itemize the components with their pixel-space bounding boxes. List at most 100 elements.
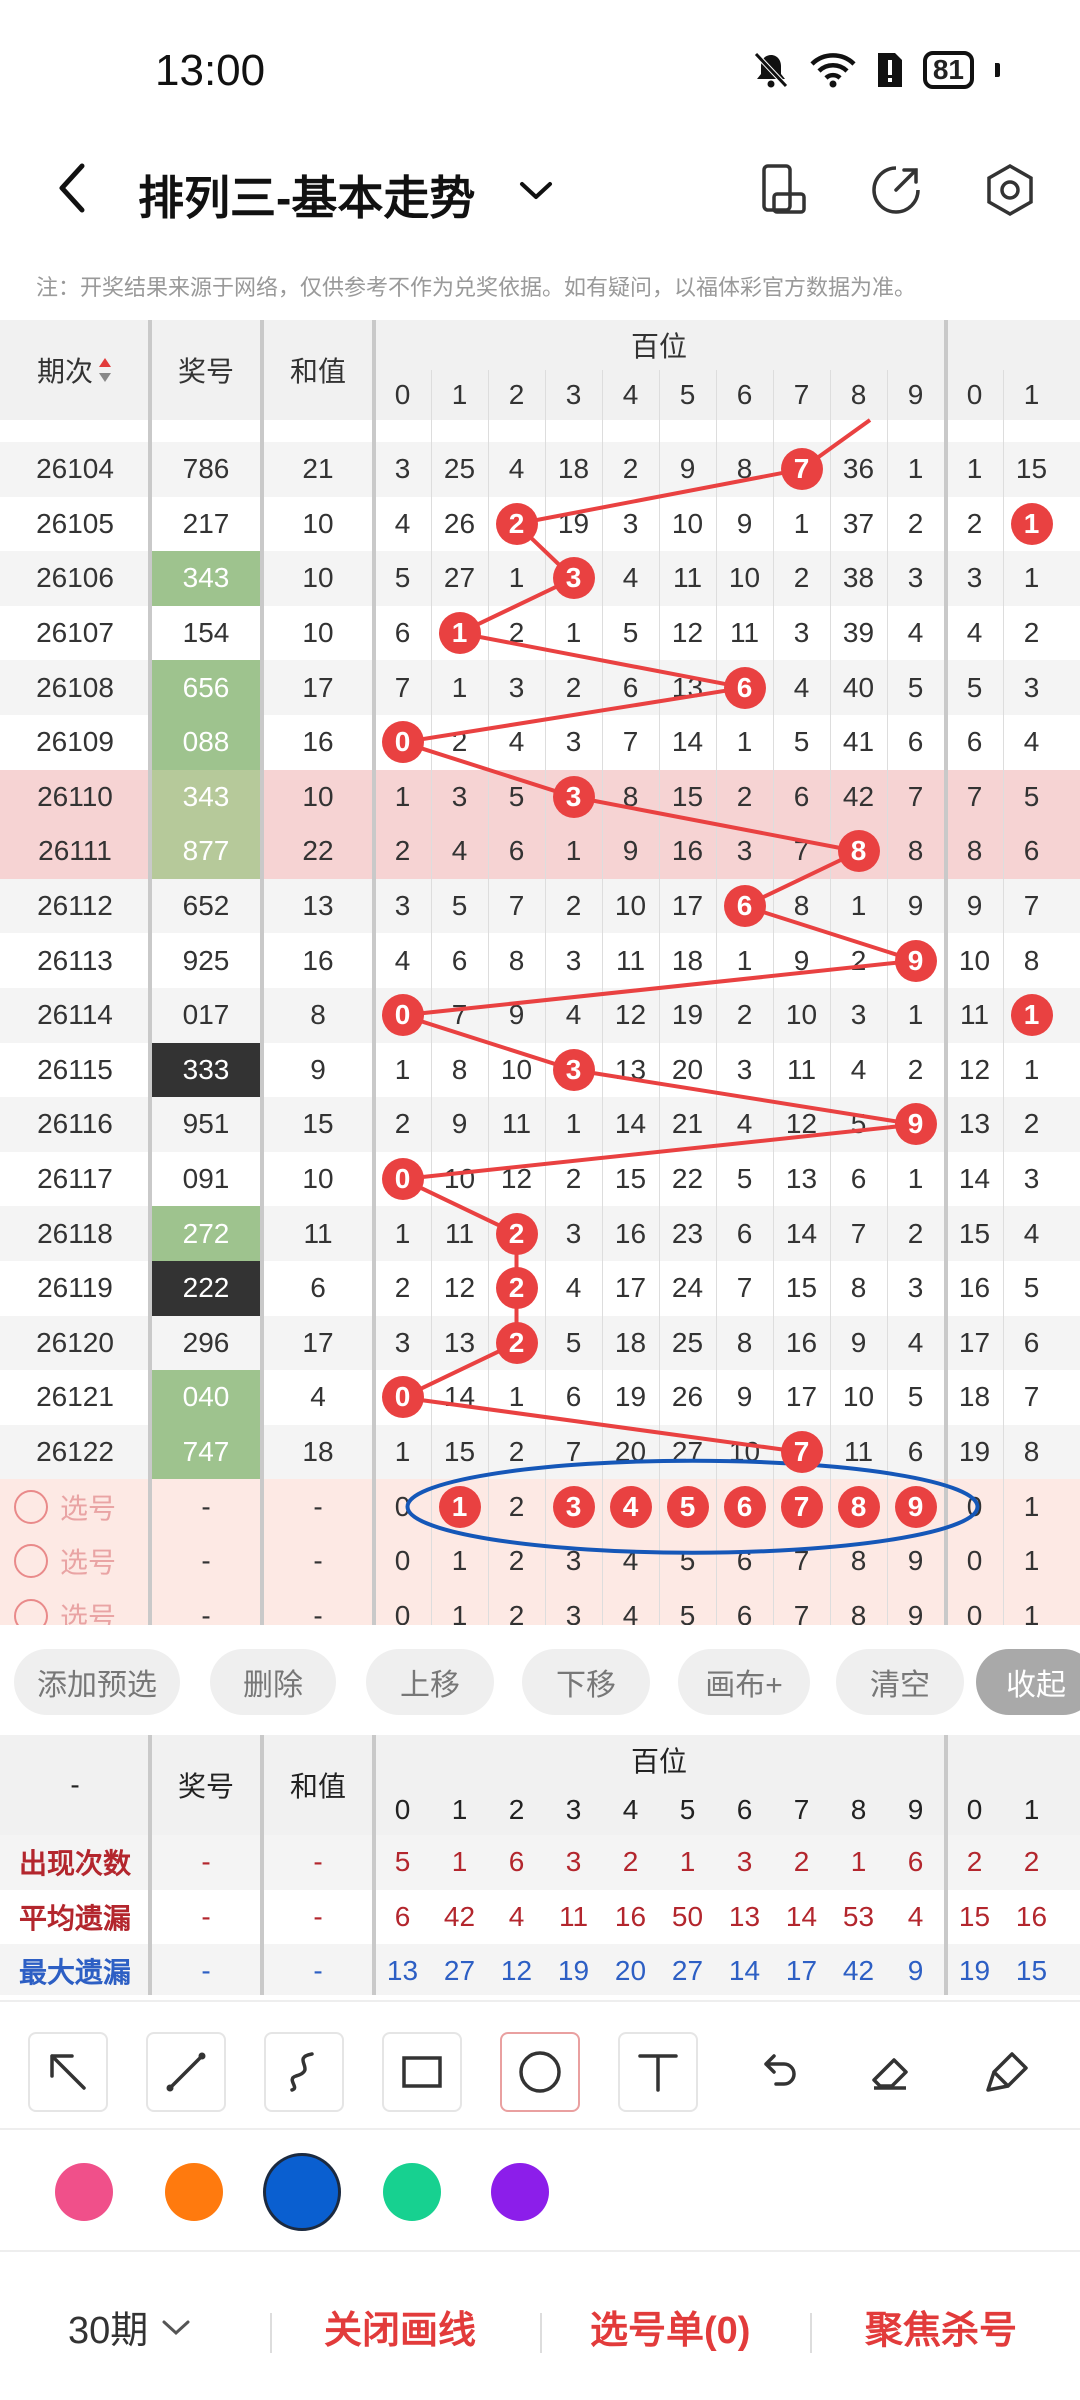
pick-list-button[interactable]: 选号单(0) bbox=[590, 2299, 750, 2354]
miss-cell: 27 bbox=[443, 562, 476, 594]
pick-digit[interactable]: 0 bbox=[374, 1479, 431, 1534]
miss-cell: 2 bbox=[850, 944, 867, 976]
action-button-3[interactable]: 下移 bbox=[522, 1649, 650, 1715]
action-button-0[interactable]: 添加预选 bbox=[14, 1649, 180, 1715]
color-swatch-1[interactable] bbox=[165, 2163, 223, 2221]
miss-cell: 2 bbox=[451, 726, 468, 758]
miss-cell: 16 bbox=[958, 1272, 991, 1304]
pick-digit[interactable]: 7 bbox=[773, 1534, 830, 1589]
action-button-1[interactable]: 删除 bbox=[210, 1649, 336, 1715]
stats-col-sum: 和值 bbox=[289, 1771, 346, 1802]
pick-label[interactable]: 选号 bbox=[14, 1479, 144, 1534]
color-swatch-3[interactable] bbox=[383, 2163, 441, 2221]
pick-radio-circle[interactable] bbox=[14, 1489, 48, 1524]
pick-radio-circle[interactable] bbox=[14, 1544, 48, 1579]
settings-hex-icon[interactable] bbox=[980, 160, 1040, 220]
miss-cell: 10 bbox=[500, 1053, 533, 1085]
pick-digit[interactable]: 3 bbox=[545, 1534, 602, 1589]
tool-button-text-tool[interactable] bbox=[618, 2032, 698, 2112]
pick-digit[interactable]: 7 bbox=[773, 1589, 830, 1625]
sum-cell: 22 bbox=[302, 835, 334, 867]
pick-digit[interactable]: 8 bbox=[830, 1534, 887, 1589]
tool-button-eraser[interactable] bbox=[850, 2032, 930, 2112]
color-swatch-2[interactable] bbox=[263, 2153, 341, 2231]
pick-digit[interactable]: 9 bbox=[887, 1534, 944, 1589]
action-button-4[interactable]: 画布+ bbox=[678, 1649, 810, 1715]
tool-button-circle-tool[interactable] bbox=[500, 2032, 580, 2112]
miss-cell: 4 bbox=[451, 835, 468, 867]
pick-digit-selected[interactable]: 1 bbox=[431, 1479, 488, 1534]
sort-icon[interactable] bbox=[97, 355, 113, 385]
pick-digit[interactable]: 6 bbox=[716, 1534, 773, 1589]
color-swatch-0[interactable] bbox=[55, 2163, 113, 2221]
miss-cell: 14 bbox=[614, 1108, 647, 1140]
miss-cell: 5 bbox=[622, 617, 639, 649]
pick-digit-selected[interactable]: 3 bbox=[545, 1479, 602, 1534]
pick-digit[interactable]: 2 bbox=[488, 1479, 545, 1534]
focus-kill-button[interactable]: 聚焦杀号 bbox=[865, 2299, 1017, 2354]
hit-ball: 2 bbox=[495, 1267, 538, 1310]
stats-value: 9 bbox=[907, 1955, 924, 1987]
pick-digit[interactable]: 9 bbox=[887, 1589, 944, 1625]
pick-digit[interactable]: 5 bbox=[659, 1589, 716, 1625]
pick-digit[interactable]: 1 bbox=[431, 1534, 488, 1589]
close-lines-button[interactable]: 关闭画线 bbox=[324, 2299, 476, 2354]
period-cell: 26109 bbox=[36, 726, 114, 758]
tool-button-clear-brush[interactable] bbox=[968, 2032, 1048, 2112]
pick-label[interactable]: 选号 bbox=[14, 1589, 144, 1625]
pick-digit-selected[interactable]: 9 bbox=[887, 1479, 944, 1534]
pick-digit[interactable]: 5 bbox=[659, 1534, 716, 1589]
page-title[interactable]: 排列三-基本走势 bbox=[138, 162, 475, 228]
orientation-icon[interactable] bbox=[752, 160, 812, 220]
tool-button-undo[interactable] bbox=[736, 2032, 816, 2112]
pick-digit[interactable]: 8 bbox=[830, 1589, 887, 1625]
pick-digit-selected[interactable]: 6 bbox=[716, 1479, 773, 1534]
pick-digit-selected[interactable]: 5 bbox=[659, 1479, 716, 1534]
pick-digit[interactable]: 2 bbox=[488, 1589, 545, 1625]
miss-cell: 15 bbox=[671, 780, 704, 812]
pick-digit-selected[interactable]: 7 bbox=[773, 1479, 830, 1534]
tool-button-line-tool[interactable] bbox=[146, 2032, 226, 2112]
sum-cell: 10 bbox=[302, 780, 334, 812]
pick-radio-circle[interactable] bbox=[14, 1598, 48, 1625]
digit-header: 9 bbox=[907, 379, 924, 410]
pick-digit[interactable]: 4 bbox=[602, 1534, 659, 1589]
share-icon[interactable] bbox=[866, 160, 926, 220]
pick-digit[interactable]: 6 bbox=[716, 1589, 773, 1625]
pick-digit-selected[interactable]: 8 bbox=[830, 1479, 887, 1534]
stats-col-number: 奖号 bbox=[177, 1771, 234, 1802]
period-cell: 26111 bbox=[38, 835, 112, 867]
pick-digit[interactable]: 3 bbox=[545, 1589, 602, 1625]
action-button-2[interactable]: 上移 bbox=[366, 1649, 494, 1715]
pick-digit: 0 bbox=[966, 1490, 983, 1522]
miss-cell: 2 bbox=[394, 835, 411, 867]
miss-cell: 7 bbox=[508, 890, 525, 922]
back-arrow-icon[interactable] bbox=[48, 158, 98, 218]
miss-cell: 7 bbox=[1023, 890, 1040, 922]
miss-cell: 4 bbox=[508, 726, 525, 758]
miss-cell: 13 bbox=[443, 1326, 476, 1358]
pick-digit[interactable]: 1 bbox=[431, 1589, 488, 1625]
period-selector[interactable]: 30期 bbox=[68, 2299, 194, 2354]
action-button-6[interactable]: 收起 bbox=[976, 1649, 1080, 1715]
miss-cell: 14 bbox=[958, 1163, 991, 1195]
action-button-5[interactable]: 清空 bbox=[836, 1649, 964, 1715]
pick-label[interactable]: 选号 bbox=[14, 1534, 144, 1589]
miss-cell: 3 bbox=[565, 726, 582, 758]
stats-value: 15 bbox=[1015, 1955, 1048, 1987]
number-cell: 652 bbox=[182, 890, 230, 922]
chevron-down-icon[interactable] bbox=[514, 170, 558, 210]
pick-label-text: 选号 bbox=[60, 1492, 117, 1524]
tool-button-arrow-tool[interactable] bbox=[28, 2032, 108, 2112]
pick-digit[interactable]: 4 bbox=[602, 1589, 659, 1625]
miss-cell: 1 bbox=[907, 453, 924, 485]
pick-digit[interactable]: 0 bbox=[374, 1534, 431, 1589]
tool-button-rect-tool[interactable] bbox=[382, 2032, 462, 2112]
pick-digit[interactable]: 2 bbox=[488, 1534, 545, 1589]
tool-button-curve-tool[interactable] bbox=[264, 2032, 344, 2112]
miss-cell: 10 bbox=[614, 890, 647, 922]
pick-digit[interactable]: 0 bbox=[374, 1589, 431, 1625]
color-swatch-4[interactable] bbox=[491, 2163, 549, 2221]
pick-digit-selected[interactable]: 4 bbox=[602, 1479, 659, 1534]
arrow-tool-icon bbox=[50, 2054, 86, 2090]
